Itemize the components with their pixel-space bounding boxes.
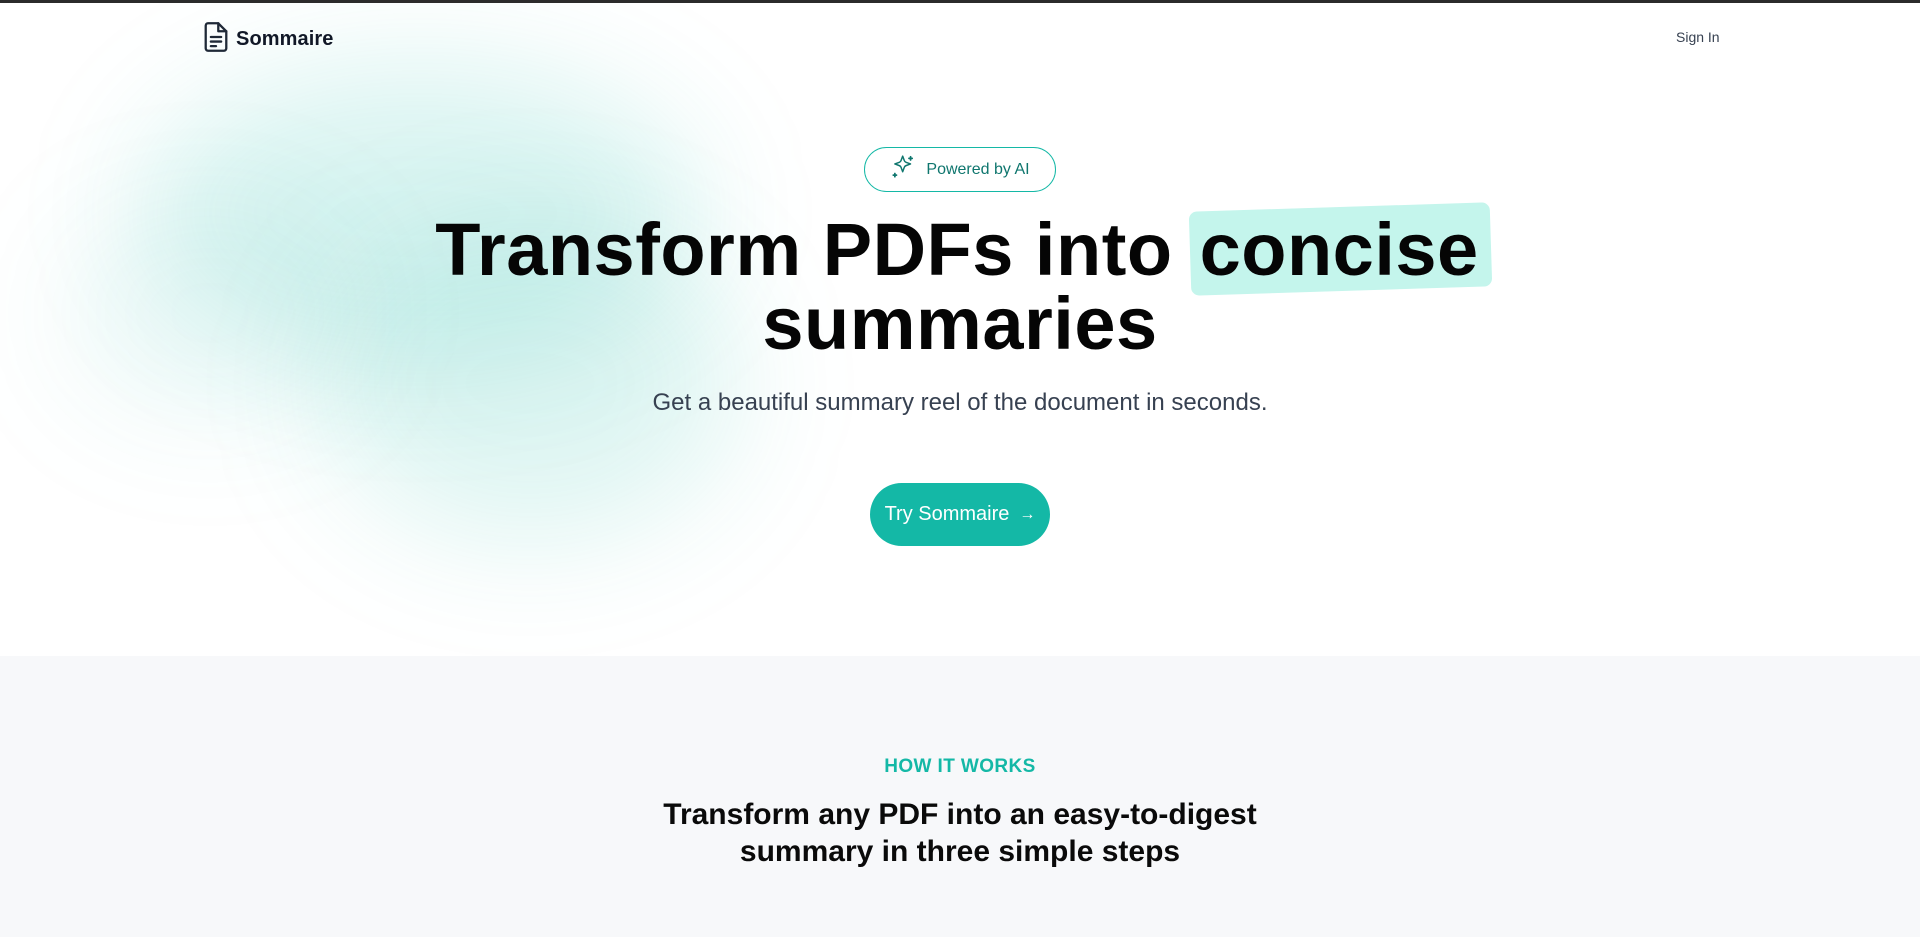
- headline-text: Transform PDFs into: [435, 208, 1173, 291]
- section-eyebrow: HOW IT WORKS: [884, 756, 1036, 777]
- headline-highlight: concise: [1194, 213, 1485, 287]
- headline-line-2: summaries: [762, 282, 1158, 365]
- hero-headline: Transform PDFs into concise summaries: [0, 213, 1920, 361]
- cta-label: Try Sommaire: [884, 503, 1010, 525]
- sparkles-icon: [890, 154, 916, 185]
- arrow-right-icon: →: [1019, 505, 1036, 523]
- section-title-line-1: Transform any PDF into an easy-to-digest: [663, 798, 1257, 831]
- try-sommaire-button[interactable]: Try Sommaire →: [870, 483, 1050, 546]
- headline-line-1: Transform PDFs into concise: [0, 213, 1920, 287]
- brand-logo[interactable]: Sommaire: [202, 21, 334, 58]
- hero-subheadline: Get a beautiful summary reel of the docu…: [652, 389, 1268, 416]
- brand-name: Sommaire: [236, 28, 334, 50]
- powered-by-ai-badge: Powered by AI: [864, 147, 1056, 192]
- section-title-line-2: summary in three simple steps: [739, 835, 1181, 868]
- section-title: Transform any PDF into an easy-to-digest…: [0, 796, 1920, 870]
- hero-section: Sommaire Sign In Powered by AI Transform…: [0, 3, 1920, 656]
- navbar: Sommaire Sign In: [0, 19, 1920, 59]
- document-icon: [202, 21, 230, 58]
- how-it-works-section: HOW IT WORKS Transform any PDF into an e…: [0, 656, 1920, 937]
- sign-in-link[interactable]: Sign In: [1676, 29, 1720, 45]
- badge-label: Powered by AI: [926, 160, 1030, 178]
